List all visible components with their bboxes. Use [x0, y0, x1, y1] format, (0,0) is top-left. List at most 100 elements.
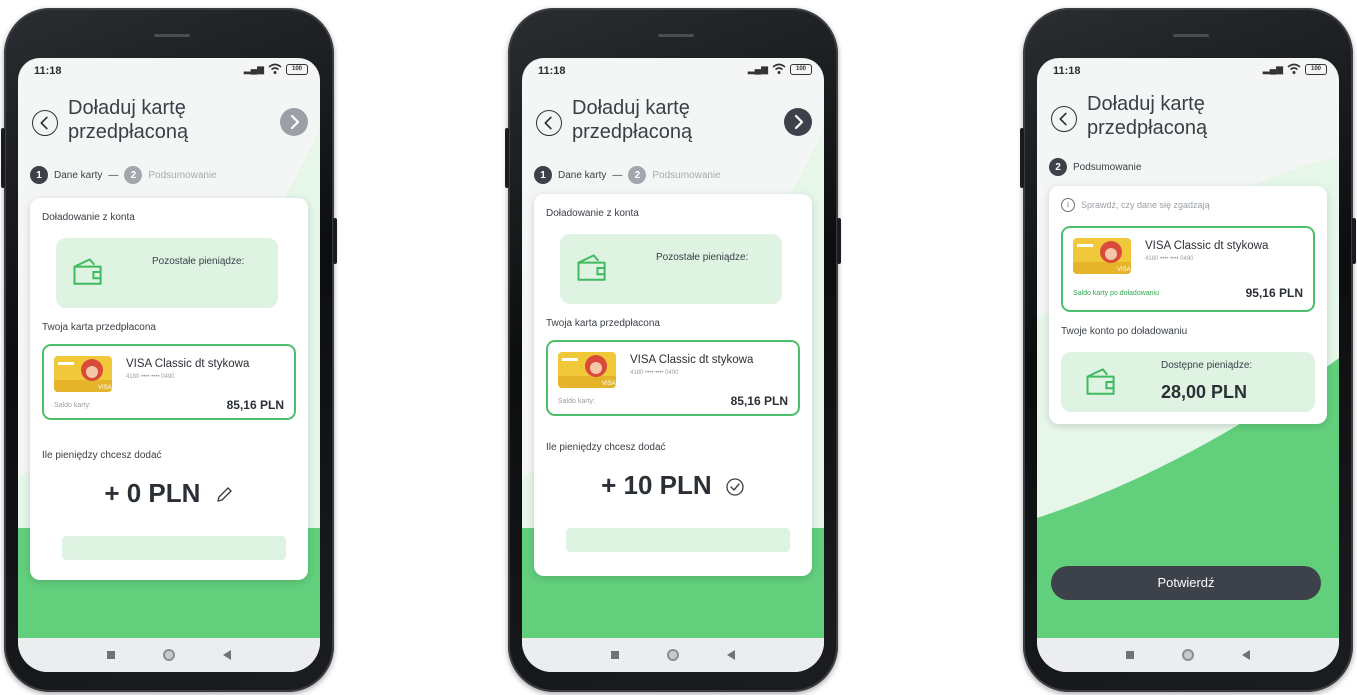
- card-balance: 85,16 PLN: [730, 394, 788, 408]
- amount-input[interactable]: + 0 PLN: [30, 478, 308, 509]
- available-amount: 28,00 PLN: [1161, 382, 1248, 402]
- status-time: 11:18: [538, 65, 566, 77]
- status-time: 11:18: [34, 65, 62, 77]
- back-nav-button[interactable]: [223, 650, 231, 660]
- prepaid-card-box[interactable]: VISA VISA Classic dt stykowa 4180 •••• •…: [42, 344, 296, 420]
- wifi-icon: [772, 63, 786, 74]
- next-icon: [290, 114, 300, 130]
- svg-text:VISA: VISA: [98, 385, 112, 391]
- prepaid-card-box[interactable]: VISA VISA Classic dt stykowa 4180 •••• •…: [1061, 226, 1315, 312]
- amount-value: + 10 PLN: [601, 470, 712, 500]
- card-number: 4180 •••• •••• 0490: [126, 374, 175, 380]
- card-balance-label: Saldo karty:: [54, 402, 91, 409]
- card-name: VISA Classic dt stykowa: [630, 354, 754, 366]
- stepper: 2 Podsumowanie: [1049, 158, 1141, 176]
- android-nav-bar: [1037, 638, 1339, 672]
- stepper: 1 Dane karty — 2 Podsumowanie: [534, 166, 721, 184]
- how-much-label: Ile pieniędzy chcesz dodać: [546, 442, 666, 453]
- side-button: [333, 218, 337, 264]
- amount-value: + 0 PLN: [104, 478, 201, 508]
- page-title: Doładuj kartę przedpłaconą: [68, 97, 189, 143]
- remaining-label: Pozostałe pieniądze:: [656, 252, 749, 263]
- continue-button[interactable]: [566, 528, 790, 552]
- step-separator: —: [108, 169, 119, 181]
- back-icon: [1059, 112, 1067, 126]
- screen-step1-empty: 11:18 ▂▄▆ 100 Doładuj kartę przedpłaconą…: [18, 58, 320, 672]
- side-button: [505, 128, 509, 188]
- wifi-icon: [268, 63, 282, 74]
- account-after-label: Twoje konto po doładowaniu: [1061, 326, 1188, 337]
- step-label-2: Podsumowanie: [1073, 161, 1142, 173]
- side-button: [1, 128, 5, 188]
- page-title: Doładuj kartę przedpłaconą: [1087, 93, 1208, 139]
- balance-after: 95,16 PLN: [1245, 286, 1303, 300]
- recent-apps-button[interactable]: [107, 651, 115, 659]
- back-icon: [544, 116, 552, 130]
- screen-step1-filled: 11:18 ▂▄▆ 100 Doładuj kartę przedpłaconą…: [522, 58, 824, 672]
- step-separator: —: [612, 169, 623, 181]
- step-number-2: 2: [1049, 158, 1067, 176]
- form-card: Doładowanie z konta Pozostałe pieniądze:…: [534, 194, 812, 576]
- card-name: VISA Classic dt stykowa: [126, 358, 250, 370]
- status-bar: 11:18 ▂▄▆ 100: [18, 58, 320, 84]
- step-number-2: 2: [628, 166, 647, 184]
- stepper: 1 Dane karty — 2 Podsumowanie: [30, 166, 217, 184]
- side-button: [1020, 128, 1024, 188]
- from-account-label: Doładowanie z konta: [546, 208, 639, 219]
- card-balance-label: Saldo karty:: [558, 398, 595, 405]
- side-button: [837, 218, 841, 264]
- step-number-2: 2: [124, 166, 143, 184]
- confirm-button[interactable]: Potwierdź: [1051, 566, 1321, 600]
- continue-button-disabled[interactable]: [62, 536, 286, 560]
- back-button[interactable]: [1051, 106, 1077, 132]
- signal-icon: ▂▄▆: [243, 63, 264, 74]
- signal-icon: ▂▄▆: [747, 63, 768, 74]
- next-button[interactable]: [784, 108, 812, 136]
- remaining-label: Pozostałe pieniądze:: [152, 256, 245, 267]
- page-title: Doładuj kartę przedpłaconą: [572, 97, 693, 143]
- svg-text:VISA: VISA: [602, 381, 616, 387]
- card-balance: 85,16 PLN: [226, 398, 284, 412]
- check-info: i Sprawdź, czy dane się zgadzają: [1061, 198, 1210, 212]
- battery-icon: 100: [790, 63, 812, 75]
- back-nav-button[interactable]: [1242, 650, 1250, 660]
- check-info-text: Sprawdź, czy dane się zgadzają: [1081, 200, 1210, 210]
- android-nav-bar: [18, 638, 320, 672]
- available-label: Dostępne pieniądze:: [1161, 360, 1253, 371]
- account-box[interactable]: Pozostałe pieniądze:: [560, 234, 782, 304]
- side-button: [1352, 218, 1356, 264]
- recent-apps-button[interactable]: [611, 651, 619, 659]
- wallet-icon: [577, 254, 606, 281]
- back-button[interactable]: [32, 110, 58, 136]
- card-image: VISA: [558, 352, 616, 388]
- card-number: 4180 •••• •••• 0490: [630, 370, 679, 376]
- phone-frame-2: 11:18 ▂▄▆ 100 Doładuj kartę przedpłaconą…: [505, 8, 841, 692]
- back-nav-button[interactable]: [727, 650, 735, 660]
- step-number-1: 1: [30, 166, 48, 184]
- home-button[interactable]: [163, 649, 175, 661]
- account-box[interactable]: Pozostałe pieniądze:: [56, 238, 278, 308]
- card-image: VISA: [54, 356, 112, 392]
- pencil-icon[interactable]: [214, 485, 234, 505]
- back-button[interactable]: [536, 110, 562, 136]
- phone-frame-1: 11:18 ▂▄▆ 100 Doładuj kartę przedpłaconą…: [1, 8, 337, 692]
- wifi-icon: [1287, 63, 1301, 74]
- step-number-1: 1: [534, 166, 552, 184]
- card-number: 4180 •••• •••• 0490: [1145, 256, 1194, 262]
- next-button[interactable]: [280, 108, 308, 136]
- form-card: Doładowanie z konta Pozostałe pieniądze:…: [30, 198, 308, 580]
- wallet-icon: [73, 258, 102, 285]
- prepaid-card-box[interactable]: VISA VISA Classic dt stykowa 4180 •••• •…: [546, 340, 800, 416]
- battery-icon: 100: [1305, 63, 1327, 75]
- phone-frame-3: 11:18 ▂▄▆ 100 Doładuj kartę przedpłaconą…: [1020, 8, 1356, 692]
- prepaid-card-label: Twoja karta przedpłacona: [42, 322, 156, 333]
- step-label-1: Dane karty: [558, 169, 607, 181]
- card-image: VISA: [1073, 238, 1131, 274]
- account-box: Dostępne pieniądze: 28,00 PLN: [1061, 352, 1315, 412]
- prepaid-card-label: Twoja karta przedpłacona: [546, 318, 660, 329]
- home-button[interactable]: [667, 649, 679, 661]
- home-button[interactable]: [1182, 649, 1194, 661]
- how-much-label: Ile pieniędzy chcesz dodać: [42, 450, 162, 461]
- amount-input[interactable]: + 10 PLN: [534, 470, 812, 501]
- recent-apps-button[interactable]: [1126, 651, 1134, 659]
